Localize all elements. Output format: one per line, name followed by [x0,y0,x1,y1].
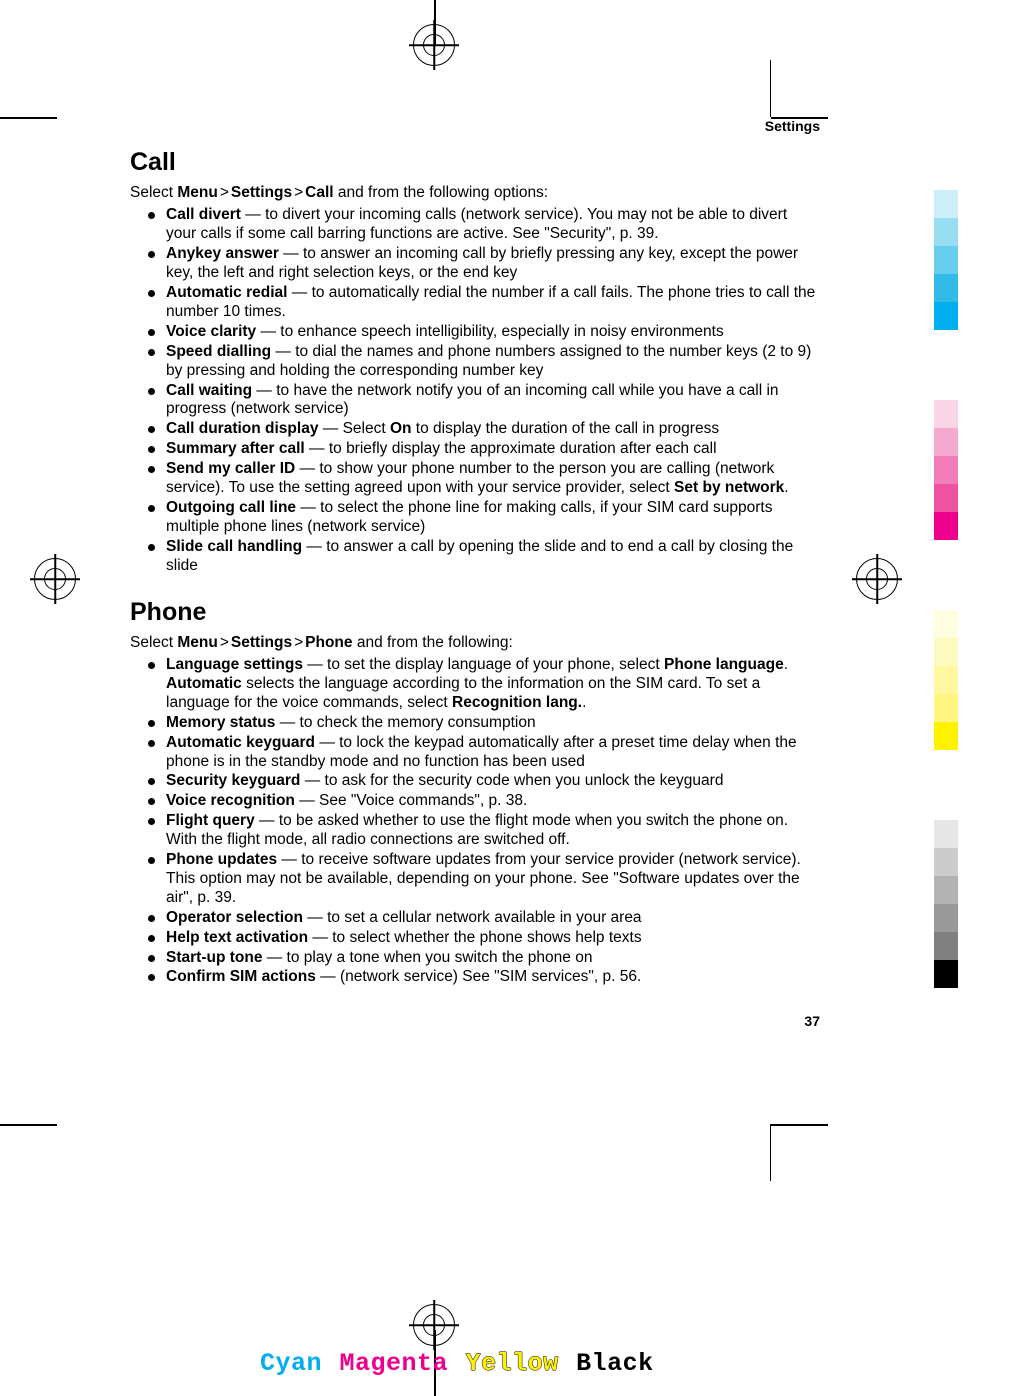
list-item: Confirm SIM actions — (network service) … [148,968,820,987]
swatch [934,722,958,750]
list-item: Flight query — to be asked whether to us… [148,812,820,850]
option-term: Automatic redial [166,284,287,301]
swatch [934,820,958,848]
option-list-call: Call divert — to divert your incoming ca… [148,206,820,575]
list-item: Start-up tone — to play a tone when you … [148,949,820,968]
list-item: Security keyguard — to ask for the secur… [148,772,820,791]
process-magenta: Magenta [340,1349,449,1378]
lead-call: Select Menu>Settings>Call and from the f… [130,183,820,202]
option-term: Call duration display [166,420,318,437]
swatch [934,302,958,330]
crop-mark [771,1124,828,1126]
option-term: Voice recognition [166,792,295,809]
lead-phone: Select Menu>Settings>Phone and from the … [130,633,820,652]
option-term: Outgoing call line [166,499,296,516]
option-term: Flight query [166,812,255,829]
color-bar-strip [934,190,958,988]
registration-mark-icon [34,558,76,600]
section-heading-call: Call [130,148,820,177]
list-item: Memory status — to check the memory cons… [148,714,820,733]
process-black: Black [576,1349,654,1378]
option-term: Send my caller ID [166,460,295,477]
list-item: Call duration display — Select On to dis… [148,420,820,439]
option-term: Memory status [166,714,275,731]
swatch [934,960,958,988]
option-term: Summary after call [166,440,305,457]
crop-mark [0,1124,57,1126]
process-color-names: Cyan Magenta Yellow Black [260,1349,656,1378]
list-item: Slide call handling — to answer a call b… [148,538,820,576]
crop-mark [770,60,772,117]
running-head: Settings [130,118,820,134]
list-item: Call waiting — to have the network notif… [148,382,820,420]
option-term: Call divert [166,206,241,223]
option-list-phone: Language settings — to set the display l… [148,656,820,987]
list-item: Language settings — to set the display l… [148,656,820,713]
option-term: Language settings [166,656,303,673]
registration-mark-icon [413,1304,455,1346]
swatch [934,904,958,932]
page-number: 37 [130,1013,820,1029]
option-term: Operator selection [166,909,303,926]
swatch [934,456,958,484]
swatch [934,848,958,876]
swatch [934,876,958,904]
option-term: Voice clarity [166,323,256,340]
swatch [934,666,958,694]
swatch [934,190,958,218]
list-item: Operator selection — to set a cellular n… [148,909,820,928]
option-term: Automatic keyguard [166,734,315,751]
list-item: Anykey answer — to answer an incoming ca… [148,245,820,283]
swatch [934,246,958,274]
list-item: Speed dialling — to dial the names and p… [148,343,820,381]
option-term: Slide call handling [166,538,302,555]
option-term: Security keyguard [166,772,300,789]
option-term: Help text activation [166,929,308,946]
option-term: Anykey answer [166,245,279,262]
swatch [934,274,958,302]
crop-mark [0,117,57,119]
option-term: Speed dialling [166,343,271,360]
list-item: Phone updates — to receive software upda… [148,851,820,908]
swatch [934,400,958,428]
swatch [934,610,958,638]
swatch [934,638,958,666]
list-item: Summary after call — to briefly display … [148,440,820,459]
list-item: Voice recognition — See "Voice commands"… [148,792,820,811]
swatch [934,512,958,540]
page-body: Settings Call Select Menu>Settings>Call … [130,118,820,1029]
option-term: Call waiting [166,382,252,399]
option-term: Start-up tone [166,949,262,966]
process-cyan: Cyan [260,1349,322,1378]
list-item: Outgoing call line — to select the phone… [148,499,820,537]
crop-mark [770,1124,772,1181]
option-term: Confirm SIM actions [166,968,316,985]
swatch [934,218,958,246]
swatch [934,428,958,456]
list-item: Send my caller ID — to show your phone n… [148,460,820,498]
list-item: Help text activation — to select whether… [148,929,820,948]
process-yellow: Yellow [466,1349,559,1378]
list-item: Call divert — to divert your incoming ca… [148,206,820,244]
swatch [934,932,958,960]
option-term: Phone updates [166,851,277,868]
section-heading-phone: Phone [130,598,820,627]
list-item: Automatic keyguard — to lock the keypad … [148,734,820,772]
swatch [934,694,958,722]
registration-mark-icon [413,24,455,66]
list-item: Voice clarity — to enhance speech intell… [148,323,820,342]
registration-mark-icon [856,558,898,600]
swatch [934,484,958,512]
list-item: Automatic redial — to automatically redi… [148,284,820,322]
